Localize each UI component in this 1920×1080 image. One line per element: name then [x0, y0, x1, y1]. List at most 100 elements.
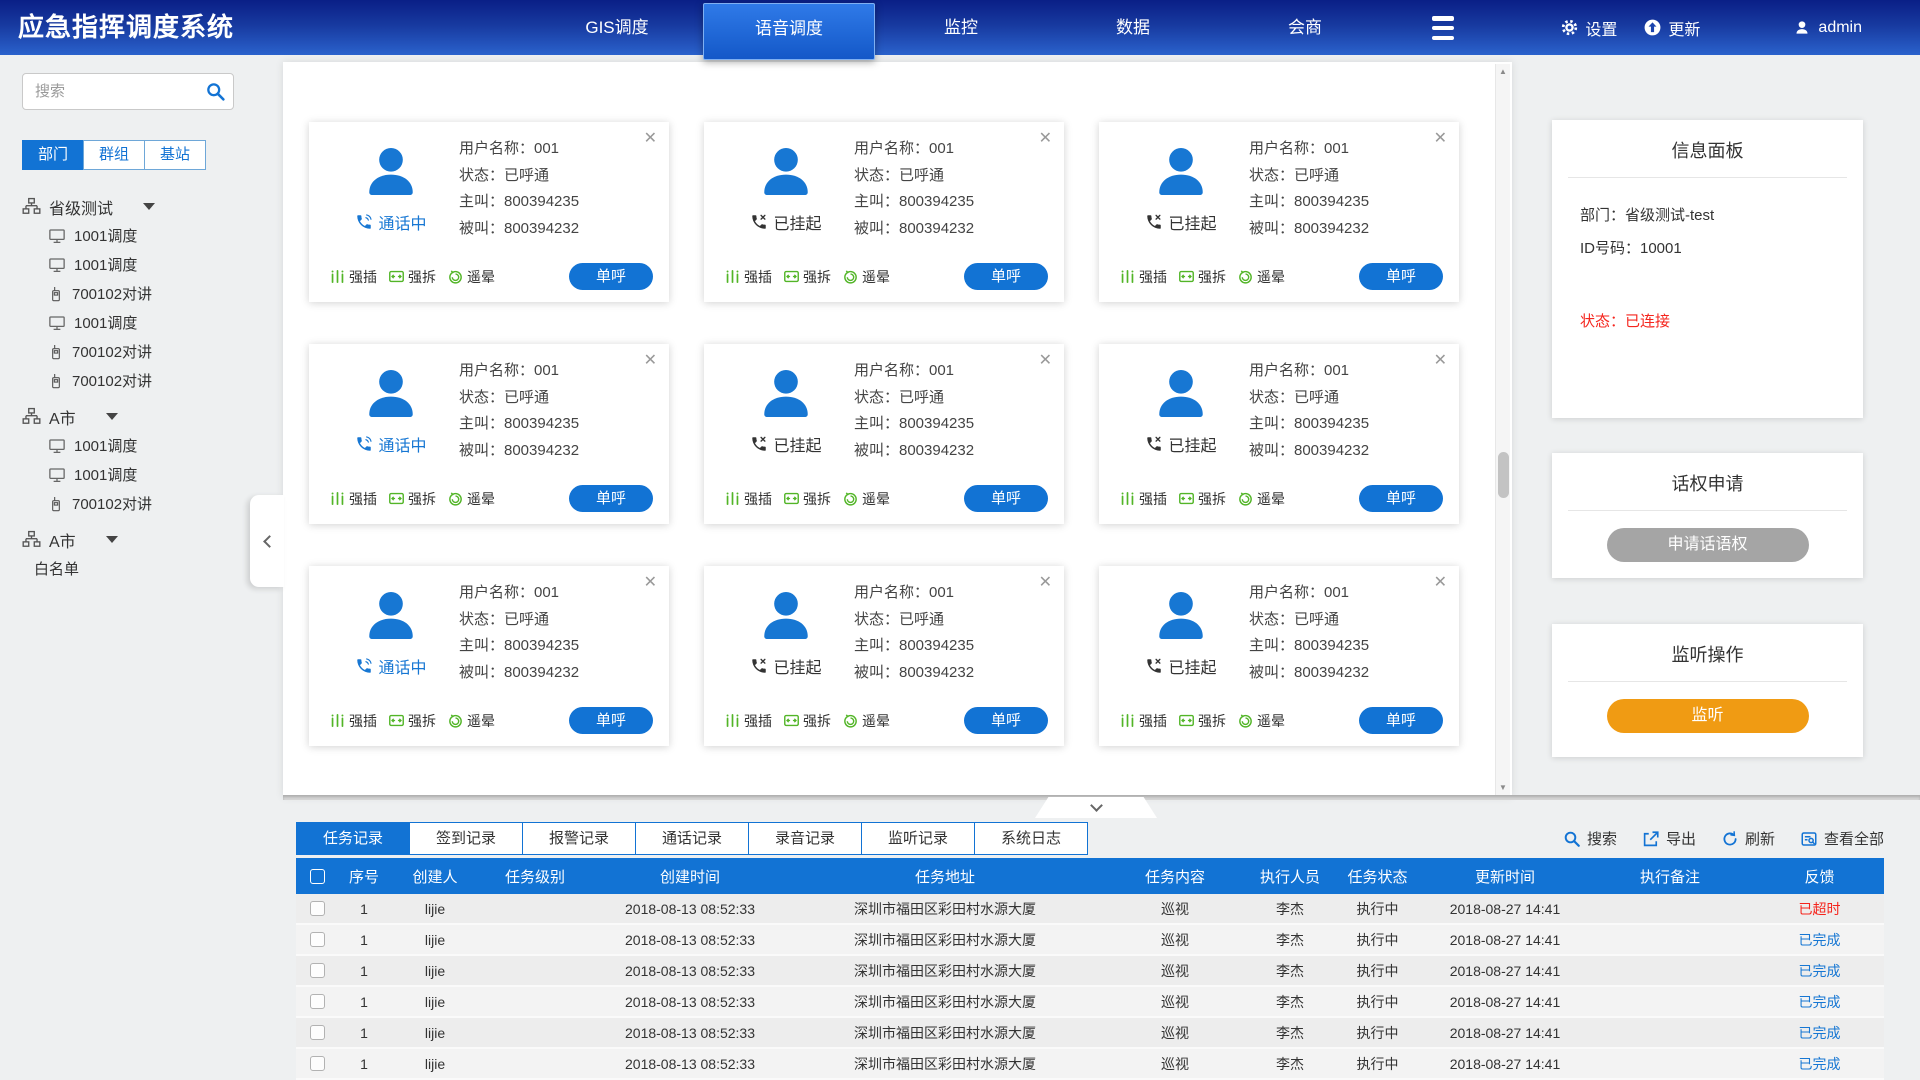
- bottom-collapse-handle[interactable]: [1035, 797, 1157, 818]
- sidebar-collapse-handle[interactable]: [250, 495, 284, 587]
- row-checkbox[interactable]: [310, 1025, 325, 1040]
- sidebar-tab[interactable]: 基站: [144, 140, 206, 170]
- force-release-button[interactable]: 强拆: [388, 267, 436, 287]
- nav-tab[interactable]: 数据: [1047, 0, 1219, 55]
- record-tab[interactable]: 报警记录: [522, 822, 636, 855]
- cell-feedback[interactable]: 已完成: [1755, 930, 1884, 950]
- tree-item[interactable]: 700102对讲: [48, 337, 276, 366]
- force-insert-button[interactable]: 强插: [1119, 711, 1167, 731]
- row-checkbox[interactable]: [310, 1056, 325, 1071]
- record-tab[interactable]: 监听记录: [861, 822, 975, 855]
- chevron-down-icon[interactable]: [143, 203, 155, 210]
- select-all-checkbox[interactable]: [310, 869, 325, 884]
- cell-feedback[interactable]: 已超时: [1755, 899, 1884, 919]
- remote-stun-button[interactable]: 遥晕: [1237, 711, 1285, 731]
- cell-feedback[interactable]: 已完成: [1755, 1054, 1884, 1074]
- table-row[interactable]: 1 lijie 2018-08-13 08:52:33 深圳市福田区彩田村水源大…: [296, 1018, 1884, 1049]
- view-all-button[interactable]: 查看全部: [1800, 828, 1884, 849]
- apply-talk-right-button[interactable]: 申请话语权: [1607, 528, 1809, 562]
- force-release-button[interactable]: 强拆: [1178, 711, 1226, 731]
- scroll-thumb[interactable]: [1498, 452, 1509, 498]
- chevron-down-icon[interactable]: [106, 413, 118, 420]
- force-release-button[interactable]: 强拆: [388, 711, 436, 731]
- record-tab[interactable]: 签到记录: [409, 822, 523, 855]
- search-input[interactable]: [22, 73, 234, 110]
- remote-stun-button[interactable]: 遥晕: [1237, 489, 1285, 509]
- single-call-button[interactable]: 单呼: [569, 263, 653, 290]
- force-release-button[interactable]: 强拆: [783, 489, 831, 509]
- update-button[interactable]: 更新: [1643, 16, 1700, 40]
- single-call-button[interactable]: 单呼: [569, 485, 653, 512]
- cell-feedback[interactable]: 已完成: [1755, 961, 1884, 981]
- tree-item[interactable]: 1001调度: [48, 250, 276, 279]
- cell-feedback[interactable]: 已完成: [1755, 992, 1884, 1012]
- chevron-down-icon[interactable]: [106, 536, 118, 543]
- close-icon[interactable]: ✕: [1434, 128, 1447, 148]
- tree-item[interactable]: A市: [22, 402, 276, 431]
- user-menu[interactable]: admin: [1792, 18, 1862, 38]
- nav-tab[interactable]: GIS调度: [531, 0, 703, 55]
- remote-stun-button[interactable]: 遥晕: [447, 267, 495, 287]
- close-icon[interactable]: ✕: [1039, 572, 1052, 592]
- close-icon[interactable]: ✕: [644, 350, 657, 370]
- table-row[interactable]: 1 lijie 2018-08-13 08:52:33 深圳市福田区彩田村水源大…: [296, 956, 1884, 987]
- force-release-button[interactable]: 强拆: [1178, 489, 1226, 509]
- row-checkbox[interactable]: [310, 963, 325, 978]
- single-call-button[interactable]: 单呼: [964, 263, 1048, 290]
- close-icon[interactable]: ✕: [644, 128, 657, 148]
- record-tab[interactable]: 录音记录: [748, 822, 862, 855]
- nav-tab[interactable]: 监控: [875, 0, 1047, 55]
- single-call-button[interactable]: 单呼: [1359, 485, 1443, 512]
- close-icon[interactable]: ✕: [1039, 350, 1052, 370]
- table-row[interactable]: 1 lijie 2018-08-13 08:52:33 深圳市福田区彩田村水源大…: [296, 925, 1884, 956]
- row-checkbox[interactable]: [310, 901, 325, 916]
- table-row[interactable]: 1 lijie 2018-08-13 08:52:33 深圳市福田区彩田村水源大…: [296, 987, 1884, 1018]
- force-insert-button[interactable]: 强插: [724, 267, 772, 287]
- sidebar-tab[interactable]: 部门: [22, 140, 84, 170]
- tree-item[interactable]: 省级测试: [22, 192, 276, 221]
- force-insert-button[interactable]: 强插: [724, 489, 772, 509]
- single-call-button[interactable]: 单呼: [1359, 263, 1443, 290]
- single-call-button[interactable]: 单呼: [964, 485, 1048, 512]
- record-tab[interactable]: 任务记录: [296, 822, 410, 855]
- row-checkbox[interactable]: [310, 932, 325, 947]
- single-call-button[interactable]: 单呼: [964, 707, 1048, 734]
- search-icon[interactable]: [205, 81, 226, 102]
- force-insert-button[interactable]: 强插: [1119, 489, 1167, 509]
- force-insert-button[interactable]: 强插: [329, 711, 377, 731]
- menu-icon[interactable]: [1432, 16, 1456, 40]
- sidebar-tab[interactable]: 群组: [83, 140, 145, 170]
- tree-item[interactable]: A市: [22, 525, 276, 554]
- remote-stun-button[interactable]: 遥晕: [1237, 267, 1285, 287]
- tree-item[interactable]: 1001调度: [48, 460, 276, 489]
- remote-stun-button[interactable]: 遥晕: [842, 711, 890, 731]
- force-release-button[interactable]: 强拆: [1178, 267, 1226, 287]
- search-button[interactable]: 搜索: [1563, 828, 1617, 849]
- tree-item[interactable]: 1001调度: [48, 431, 276, 460]
- row-checkbox[interactable]: [310, 994, 325, 1009]
- remote-stun-button[interactable]: 遥晕: [447, 489, 495, 509]
- remote-stun-button[interactable]: 遥晕: [447, 711, 495, 731]
- close-icon[interactable]: ✕: [1434, 350, 1447, 370]
- vertical-scrollbar[interactable]: ▲ ▼: [1495, 64, 1510, 795]
- force-release-button[interactable]: 强拆: [388, 489, 436, 509]
- record-tab[interactable]: 通话记录: [635, 822, 749, 855]
- close-icon[interactable]: ✕: [644, 572, 657, 592]
- scroll-up-arrow[interactable]: ▲: [1496, 64, 1510, 79]
- force-insert-button[interactable]: 强插: [329, 267, 377, 287]
- close-icon[interactable]: ✕: [1039, 128, 1052, 148]
- force-insert-button[interactable]: 强插: [724, 711, 772, 731]
- settings-button[interactable]: 设置: [1560, 16, 1617, 40]
- refresh-button[interactable]: 刷新: [1721, 828, 1775, 849]
- force-release-button[interactable]: 强拆: [783, 267, 831, 287]
- nav-tab[interactable]: 语音调度: [703, 3, 875, 60]
- close-icon[interactable]: ✕: [1434, 572, 1447, 592]
- tree-item[interactable]: 1001调度: [48, 308, 276, 337]
- force-insert-button[interactable]: 强插: [329, 489, 377, 509]
- table-row[interactable]: 1 lijie 2018-08-13 08:52:33 深圳市福田区彩田村水源大…: [296, 894, 1884, 925]
- single-call-button[interactable]: 单呼: [1359, 707, 1443, 734]
- export-button[interactable]: 导出: [1642, 828, 1696, 849]
- force-release-button[interactable]: 强拆: [783, 711, 831, 731]
- remote-stun-button[interactable]: 遥晕: [842, 489, 890, 509]
- tree-item[interactable]: 700102对讲: [48, 366, 276, 395]
